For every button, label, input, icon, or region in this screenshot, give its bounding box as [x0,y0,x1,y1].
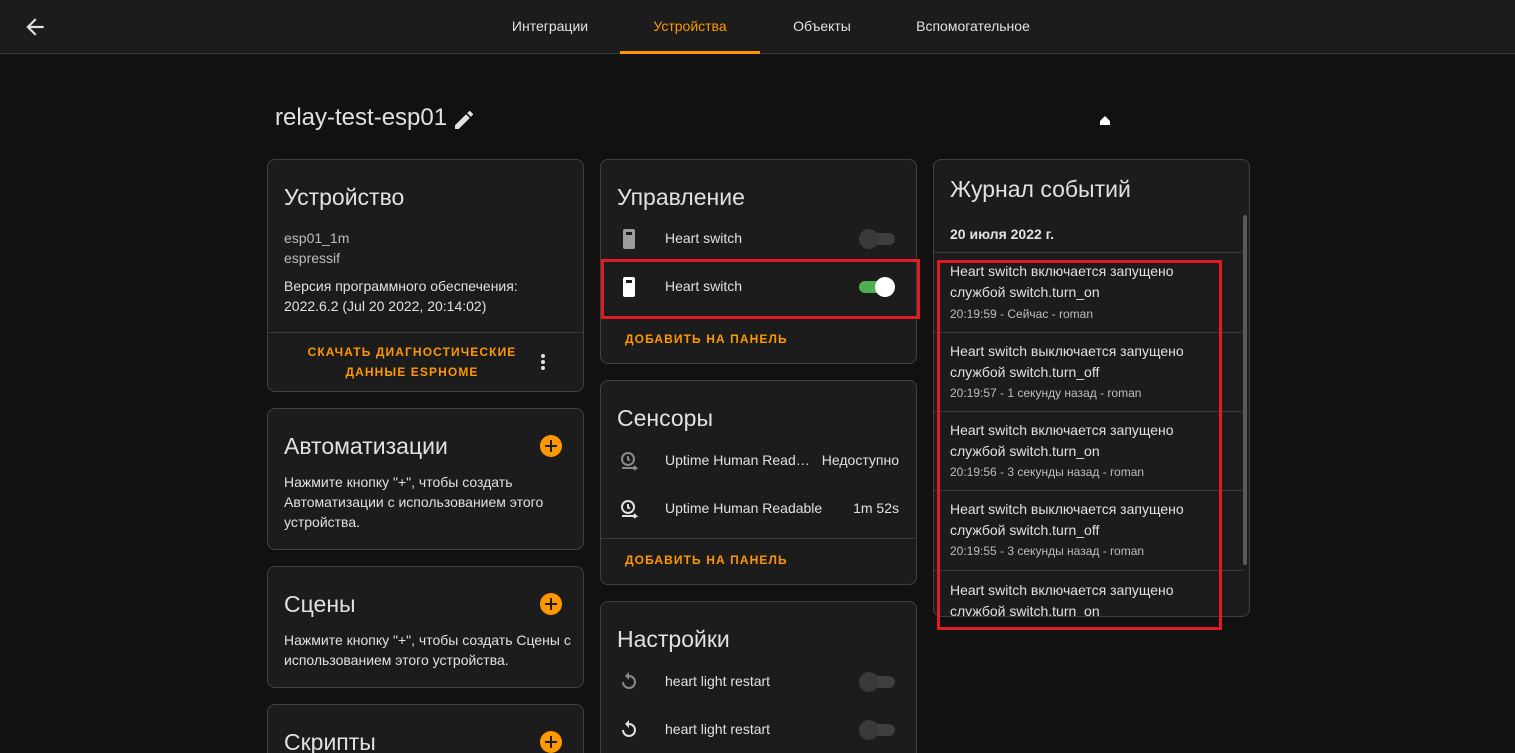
control-row[interactable]: Heart switch [601,263,915,311]
switch-icon [623,229,635,249]
scenes-title: Сцены [284,591,356,617]
sensor-name: Uptime Human Readable [665,452,813,468]
setting-name: heart light restart [665,673,771,689]
sensors-card: Сенсоры Uptime Human Readable Недоступно… [600,380,917,585]
device-model: esp01_1m [284,230,350,246]
automations-title: Автоматизации [284,433,448,459]
heart-switch-toggle-off[interactable] [859,229,895,249]
tab-entities[interactable]: Объекты [776,0,868,54]
logbook-entry[interactable]: Heart switch включается запущено службой… [934,570,1244,617]
controls-card: Управление Heart switch Heart switch ДОБ… [600,159,917,364]
setting-row[interactable]: heart light restart [601,658,915,706]
device-manufacturer: espressif [284,250,341,266]
logbook-meta: 20:19:59 - Сейчас - roman [950,307,1094,321]
firmware-version: 2022.6.2 (Jul 20 2022, 20:14:02) [284,298,487,314]
control-row[interactable]: Heart switch [601,215,915,263]
logo-text: ESPHome [1126,105,1252,133]
sensor-row[interactable]: Uptime Human Readable Недоступно [601,437,915,485]
tab-helpers[interactable]: Вспомогательное [900,0,1046,54]
pencil-icon[interactable] [452,108,476,132]
add-to-dashboard-button[interactable]: ДОБАВИТЬ НА ПАНЕЛЬ [625,550,788,570]
sensors-title: Сенсоры [617,405,713,431]
card-divider [268,332,583,333]
heart-switch-toggle-on[interactable] [859,277,895,297]
active-tab-indicator [620,51,760,54]
logbook-message: Heart switch включается запущено службой… [950,263,1174,300]
logbook-entry[interactable]: Heart switch включается запущено службой… [934,252,1244,332]
scenes-card: Сцены Нажмите кнопку "+", чтобы создать … [267,566,584,688]
sensor-value: Недоступно [821,452,899,468]
back-arrow-icon[interactable] [22,14,48,40]
control-name: Heart switch [665,230,743,246]
automations-card: Автоматизации Нажмите кнопку "+", чтобы … [267,408,584,550]
firmware-label: Версия программного обеспечения: [284,278,518,294]
device-info-card: Устройство esp01_1m espressif Версия про… [267,159,584,392]
setting-row[interactable]: heart light restart [601,706,915,753]
sensor-value: 1m 52s [853,500,899,516]
esphome-chip-icon [1090,110,1120,128]
restart-icon [622,720,636,737]
tab-devices[interactable]: Устройства [620,0,760,54]
automations-hint: Нажмите кнопку "+", чтобы создать Автома… [284,474,544,530]
logbook-scrollbar[interactable] [1243,215,1247,565]
logbook-entry[interactable]: Heart switch выключается запущено службо… [934,332,1244,412]
logbook-entry[interactable]: Heart switch выключается запущено службо… [934,490,1244,570]
logbook-meta: 20:19:57 - 1 секунду назад - roman [950,386,1142,400]
download-diagnostics-line2: ДАННЫЕ ESPHOME [345,365,479,379]
tab-integrations[interactable]: Интеграции [496,0,604,54]
logbook-meta: 20:19:55 - 3 секунды назад - roman [950,544,1145,558]
download-diagnostics-button[interactable]: СКАЧАТЬ ДИАГНОСТИЧЕСКИЕ ДАННЫЕ ESPHOME [282,342,542,382]
add-to-dashboard-button[interactable]: ДОБАВИТЬ НА ПАНЕЛЬ [625,329,788,349]
switch-icon [623,277,635,297]
logbook-meta: 20:19:56 - 3 секунды назад - roman [950,465,1145,479]
settings-card: Настройки heart light restart heart ligh… [600,601,917,753]
logbook-message: Heart switch включается запущено службой… [950,582,1174,617]
restart-icon [622,672,636,689]
restart-toggle[interactable] [859,720,895,740]
add-automation-icon[interactable] [540,435,562,457]
sensor-row[interactable]: Uptime Human Readable 1m 52s [601,485,915,533]
logbook-title: Журнал событий [950,176,1131,202]
sensor-name: Uptime Human Readable [665,500,823,516]
add-script-icon[interactable] [540,731,562,753]
card-divider [601,538,916,539]
download-diagnostics-line1: СКАЧАТЬ ДИАГНОСТИЧЕСКИЕ [307,345,517,359]
logbook-message: Heart switch выключается запущено службо… [950,343,1184,380]
logbook-message: Heart switch включается запущено службой… [950,422,1174,459]
page-title: relay-test-esp01 [275,104,448,131]
device-card-title: Устройство [284,184,405,210]
scenes-hint: Нажмите кнопку "+", чтобы создать Сцены … [284,632,571,668]
logbook-card: Журнал событий 20 июля 2022 г. Heart swi… [933,159,1250,617]
more-vert-icon[interactable] [531,350,555,374]
logbook-entry[interactable]: Heart switch включается запущено службой… [934,411,1244,491]
scripts-card: Скрипты [267,704,584,753]
logbook-date: 20 июля 2022 г. [950,226,1054,242]
timer-outline-icon [621,452,639,471]
logbook-message: Heart switch выключается запущено службо… [950,501,1184,538]
timer-outline-icon [621,500,639,519]
settings-title: Настройки [617,626,730,652]
restart-toggle[interactable] [859,672,895,692]
setting-name: heart light restart [665,721,771,737]
control-name: Heart switch [665,278,743,294]
scripts-title: Скрипты [284,729,376,753]
card-divider [601,317,916,318]
add-scene-icon[interactable] [540,593,562,615]
esphome-logo: ESPHome [1090,104,1252,134]
top-toolbar: Интеграции Устройства Объекты Вспомогате… [0,0,1515,54]
controls-title: Управление [617,184,745,210]
